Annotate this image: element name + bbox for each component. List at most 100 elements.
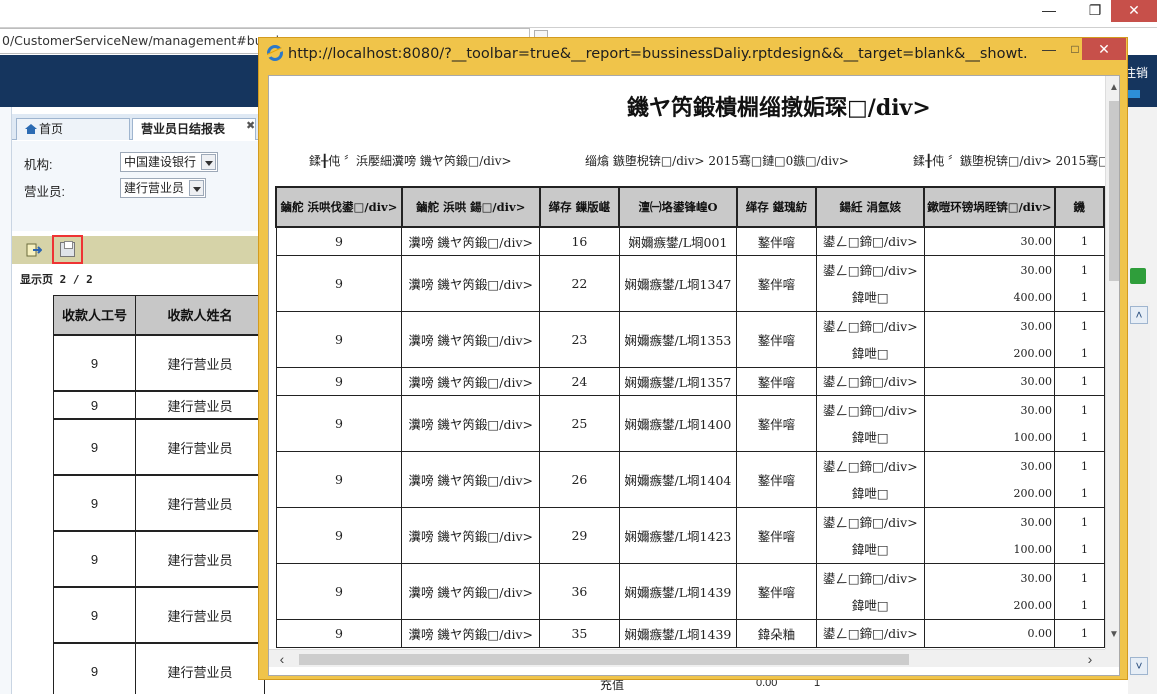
export-icon[interactable] [26,243,42,257]
scroll-down-icon[interactable]: ▼ [1108,629,1119,641]
report-cell-col-4: 娴嬭瘯鐢/L埛1439 [618,619,738,648]
report-cell-col-8: 11 [1054,255,1105,312]
report-body: 9 瀵嗙 鐖ヤ笍鍛□/div> 16 娴嬭瘯鐢/L埛001 鐜伴噾 鍙ㄥ□鍗□/div> 3… [275,226,1105,648]
org-select[interactable]: 中国建设银行 [120,152,218,172]
ie-icon [267,45,283,61]
report-cell-col-2: 瀵嗙 鐖ヤ笍鍛□/div> [401,255,541,312]
report-subcell: 1 [1081,375,1088,388]
report-cell-col-7: 0.00 [923,619,1056,648]
report-cell-col-6: 鍙ㄥ□鍗□/div> 鍏呭□ [815,563,925,620]
report-info-2: 缁熻 鏃堕棿锛□/div> 2015骞□鏈□0鏃□/div> [585,154,849,168]
clerk-select[interactable]: 建行营业员 [120,178,206,198]
print-button[interactable] [52,235,83,264]
report-cell-col-3: 16 [539,226,620,256]
report-vertical-scrollbar[interactable]: ▲ ▼ [1105,76,1119,649]
next-page-icon[interactable] [1130,268,1146,284]
header-col-3: 缂存 鏁版嵁 [538,186,621,228]
scroll-up-icon[interactable]: ˄ [1130,306,1148,324]
report-cell-col-7: 30.00 [923,226,1056,256]
header-col-8: 鐖 [1053,186,1105,228]
report-cell-col-3: 26 [539,451,620,508]
report-subcell: 1 [1081,598,1088,612]
report-row: 9 瀵嗙 鐖ヤ笍鍛□/div> 22 娴嬭瘯鐢/L埛1347 鐜伴噾 鍙ㄥ□鍗□/div>… [275,255,1105,312]
close-icon[interactable]: ✕ [1111,0,1157,22]
report-cell-col-1: 9 [275,619,403,648]
report-row: 9 瀵嗙 鐖ヤ笍鍛□/div> 25 娴嬭瘯鐢/L埛1400 鐜伴噾 鍙ㄥ□鍗□/div>… [275,395,1105,452]
popup-titlebar: http://localhost:8080/?__toolbar=true&__… [267,41,1027,67]
report-cell-col-2: 瀵嗙 鐖ヤ笍鍛□/div> [401,619,541,648]
report-cell-col-5: 鐜伴噾 [736,226,817,256]
scroll-left-icon[interactable]: ‹ [275,652,289,666]
org-label: 机构: [24,158,53,172]
report-subcell: 1 [1081,263,1088,277]
report-subcell: 30.00 [1020,403,1053,417]
report-cell-col-1: 9 [275,226,403,256]
report-cell-col-1: 9 [275,507,403,564]
report-subcell: 1 [1081,571,1088,585]
report-horizontal-scrollbar[interactable]: ‹ › [269,649,1105,667]
report-cell-col-2: 瀵嗙 鐖ヤ笍鍛□/div> [401,311,541,368]
tab-daily-report-label: 营业员日结报表 [141,122,226,136]
scroll-down-icon[interactable]: ˅ [1130,657,1148,675]
report-subcell: 100.00 [1013,542,1053,556]
report-subcell: 鍙ㄥ□鍗□/div> [822,374,918,389]
report-subcell: 鍏呭□ [851,429,889,445]
tab-home[interactable]: 首页 [16,118,130,140]
header-col-6: 鍚紝 涓氬姟 [815,186,926,228]
report-subcell: 200.00 [1013,346,1053,360]
report-header-row: 鏀舵 浜哄伐鍙□/div> 鏀舵 浜哄 鍚□/div> 缂存 鏁版嵁 澶㈠垎鍙锋… [275,186,1105,228]
grid-cell-id: 9 [53,531,136,587]
org-select-value: 中国建设银行 [124,155,197,169]
report-cell-col-7: 30.00 200.00 [923,451,1056,508]
report-subcell: 100.00 [1013,430,1053,444]
report-cell-col-4: 娴嬭瘯鐢/L埛1404 [618,451,738,508]
report-row: 9 瀵嗙 鐖ヤ笍鍛□/div> 24 娴嬭瘯鐢/L埛1357 鐜伴噾 鍙ㄥ□鍗□/div>… [275,367,1105,396]
report-subcell: 30.00 [1020,235,1053,248]
report-cell-col-7: 30.00 100.00 [923,507,1056,564]
report-cell-col-6: 鍙ㄥ□鍗□/div> [815,226,925,256]
scroll-thumb[interactable] [299,654,909,665]
minimize-icon[interactable]: — [1036,40,1062,60]
report-cell-col-8: 1 [1054,619,1105,648]
minimize-icon[interactable]: — [1034,0,1064,22]
report-row: 9 瀵嗙 鐖ヤ笍鍛□/div> 36 娴嬭瘯鐢/L埛1439 鐜伴噾 鍙ㄥ□鍗□/div>… [275,563,1105,620]
report-subcell: 鍙ㄥ□鍗□/div> [822,318,918,334]
report-cell-col-6: 鍙ㄥ□鍗□/div> 鍏呭□ [815,311,925,368]
report-cell-col-5: 鐜伴噾 [736,395,817,452]
report-subcell: 鍏呭□ [851,597,889,613]
report-cell-col-5: 鐜伴噾 [736,451,817,508]
report-subcell: 鍏呭□ [851,541,889,557]
report-cell-col-8: 11 [1054,563,1105,620]
report-subcell: 鍙ㄥ□鍗□/div> [822,514,918,530]
printer-icon [60,241,75,257]
scroll-thumb[interactable] [1109,101,1119,281]
report-subcell: 鍏呭□ [851,345,889,361]
report-info-3: 鍒╂伅 〞鏃堕棿锛□/div> 2015骞□鏈 [913,154,1105,168]
grid-cell-name: 建行营业员 [135,335,265,391]
report-subcell: 200.00 [1013,486,1053,500]
report-subcell: 1 [1081,346,1088,360]
close-icon[interactable]: ✕ [1082,38,1126,60]
report-row: 9 瀵嗙 鐖ヤ笍鍛□/div> 35 娴嬭瘯鐢/L埛1439 鍏朵粬 鍙ㄥ□鍗□/div>… [275,619,1105,648]
report-subcell: 1 [1081,290,1088,304]
report-cell-col-6: 鍙ㄥ□鍗□/div> 鍏呭□ [815,395,925,452]
scroll-right-icon[interactable]: › [1083,652,1097,666]
report-row: 9 瀵嗙 鐖ヤ笍鍛□/div> 29 娴嬭瘯鐢/L埛1423 鐜伴噾 鍙ㄥ□鍗□/div>… [275,507,1105,564]
tab-close-icon[interactable]: ✖ [246,119,255,132]
report-row: 9 瀵嗙 鐖ヤ笍鍛□/div> 23 娴嬭瘯鐢/L埛1353 鐜伴噾 鍙ㄥ□鍗□/div>… [275,311,1105,368]
scroll-up-icon[interactable]: ▲ [1108,82,1119,94]
report-cell-col-1: 9 [275,395,403,452]
report-cell-col-1: 9 [275,367,403,396]
header-col-2: 鏀舵 浜哄 鍚□/div> [400,186,541,228]
tab-daily-report[interactable]: 营业员日结报表 [132,118,256,140]
report-cell-col-6: 鍙ㄥ□鍗□/div> 鍏呭□ [815,507,925,564]
tab-home-label: 首页 [39,122,64,136]
report-cell-col-5: 鐜伴噾 [736,311,817,368]
restore-icon[interactable]: ❐ [1080,0,1110,22]
home-icon [25,124,37,134]
report-cell-col-2: 瀵嗙 鐖ヤ笍鍛□/div> [401,367,541,396]
report-cell-col-7: 30.00 100.00 [923,395,1056,452]
report-cell-col-4: 娴嬭瘯鐢/L埛1400 [618,395,738,452]
left-strip [0,107,12,694]
grid-scrollbar[interactable] [1128,302,1150,677]
